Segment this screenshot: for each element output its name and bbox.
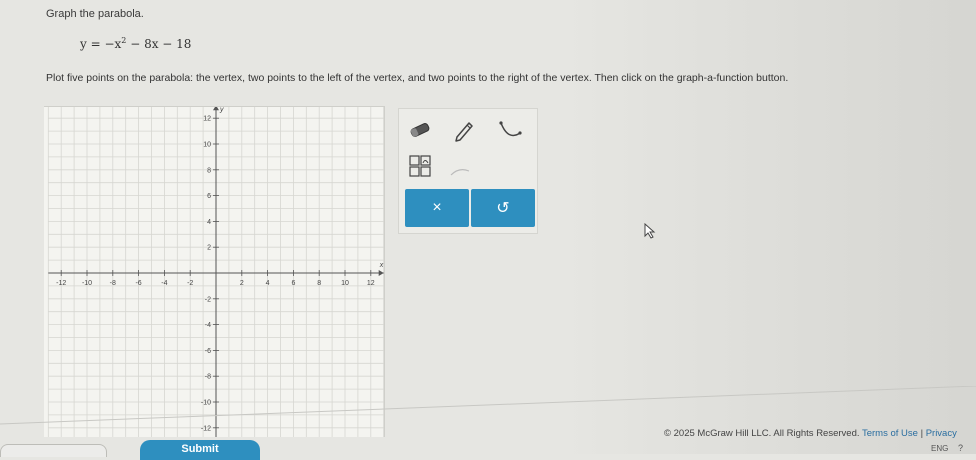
submit-button[interactable]: Submit [140,440,260,460]
graph-function-tool[interactable] [403,151,437,181]
y-tick-label: 8 [207,167,211,174]
footer: © 2025 McGraw Hill LLC. All Rights Reser… [664,428,957,439]
equation-lhs: y = −x [80,37,122,51]
copyright-text: © 2025 McGraw Hill LLC. All Rights Reser… [664,428,860,439]
y-axis-arrow-icon [213,107,219,111]
x-tick-label: -10 [82,280,92,287]
x-tick-label: -2 [187,280,193,287]
y-tick-label: -6 [205,348,211,355]
y-tick-label: 6 [207,193,211,200]
parabola-tool[interactable] [493,115,527,145]
y-tick-label: -12 [201,425,211,432]
y-tick-label: -2 [205,296,211,303]
equation-rhs: − 8x − 18 [126,37,192,51]
privacy-link[interactable]: Privacy [926,428,957,439]
bottom-left-tab[interactable] [0,444,107,457]
x-tick-label: 4 [266,280,270,287]
eraser-tool[interactable] [403,115,437,145]
x-tick-label: -4 [161,280,167,287]
x-tick-label: 2 [240,280,244,287]
footer-divider [0,386,976,425]
undo-button[interactable]: ↺ [471,189,535,227]
language-indicator: ENG [931,444,949,453]
help-icon[interactable]: ? [958,443,963,453]
y-tick-label: -8 [205,374,211,381]
pencil-tool[interactable] [447,115,481,145]
graph-function-icon [409,155,431,177]
x-axis-label: x [379,262,384,269]
x-tick-label: 10 [341,280,349,287]
pencil-icon [455,122,473,142]
y-axis-label: y [219,107,224,113]
y-tick-label: -4 [205,322,211,329]
instructions: Plot five points on the parabola: the ve… [46,72,789,84]
terms-link[interactable]: Terms of Use [862,428,918,439]
mouse-cursor-icon [644,223,656,239]
x-axis-arrow-icon [378,270,384,276]
x-tick-label: 6 [291,280,295,287]
y-tick-label: 10 [203,142,211,149]
clear-button[interactable]: × [405,189,469,227]
tool-panel: × ↺ [398,108,538,234]
x-tick-label: 12 [367,280,375,287]
y-tick-label: 2 [207,245,211,252]
parabola-icon [499,121,522,137]
faint-curve-icon [450,169,470,176]
eraser-icon [410,123,430,137]
x-tick-label: 8 [317,280,321,287]
faint-curve-tool [447,165,477,179]
y-tick-label: 12 [203,116,211,123]
equation: y = −x2 − 8x − 18 [80,36,191,51]
footer-separator: | [920,428,924,439]
x-tick-label: -8 [110,280,116,287]
y-tick-label: 4 [207,219,211,226]
x-tick-label: -6 [135,280,141,287]
x-tick-label: -12 [56,280,66,287]
question-prompt: Graph the parabola. [46,8,144,20]
